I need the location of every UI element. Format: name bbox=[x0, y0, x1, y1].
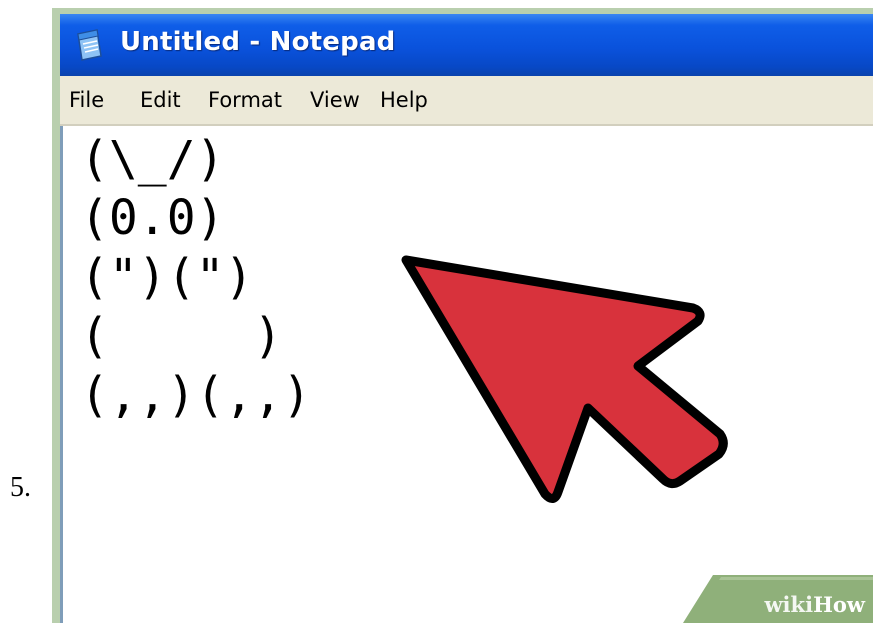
watermark-wiki: wiki bbox=[764, 592, 814, 617]
watermark-text: wikiHow bbox=[764, 592, 865, 617]
notepad-window: Untitled - Notepad File Edit Format View… bbox=[60, 14, 873, 623]
pointer-arrow-icon bbox=[401, 255, 728, 503]
step-number: 5. bbox=[10, 472, 31, 503]
watermark-how: How bbox=[813, 592, 865, 617]
